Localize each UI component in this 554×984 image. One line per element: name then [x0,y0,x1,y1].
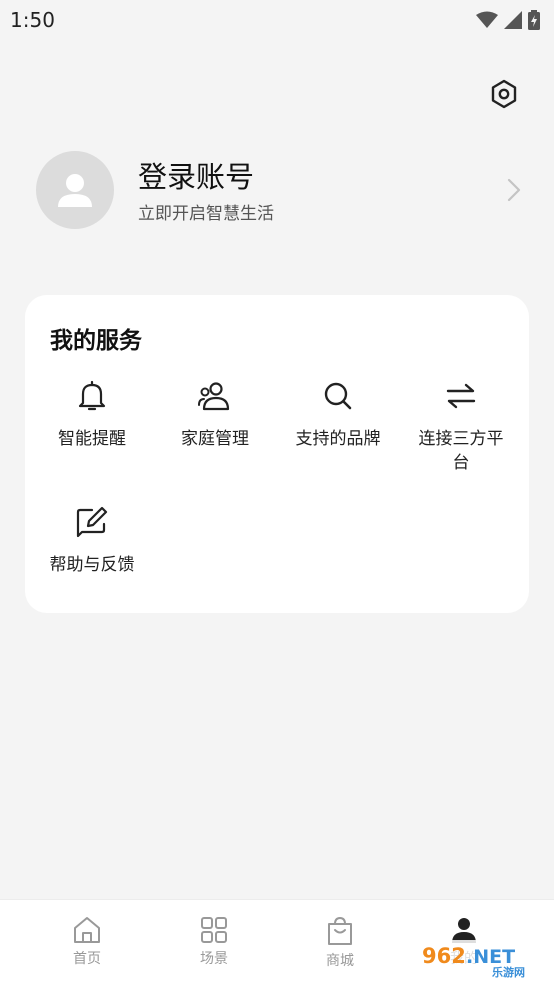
profile-subtitle: 立即开启智慧生活 [138,203,274,224]
service-label: 帮助与反馈 [49,555,135,575]
service-family-management[interactable]: 家庭管理 [152,379,278,451]
service-label: 连接三方平台 [418,429,504,473]
services-card: 我的服务 智能提醒 家庭管理 支持的品牌 连接三方平台 帮助与反馈 [25,295,529,613]
svg-text:.NET: .NET [466,946,515,968]
tab-label: 首页 [73,951,101,967]
settings-hex-icon [491,79,517,109]
status-bar: 1:50 [0,0,554,40]
service-label: 智能提醒 [58,429,126,449]
grid-icon [201,917,227,943]
services-title: 我的服务 [50,328,142,354]
tab-home[interactable]: 首页 [47,916,127,968]
feedback-icon [75,505,109,539]
profile-login-row[interactable]: 登录账号 立即开启智慧生活 [36,150,526,230]
svg-text:乐游网: 乐游网 [492,965,525,979]
tab-label: 商城 [326,953,354,969]
service-label: 家庭管理 [181,429,249,449]
bag-icon [328,916,352,945]
service-smart-reminder[interactable]: 智能提醒 [29,379,155,451]
user-placeholder-icon [58,174,92,207]
signal-icon [504,11,522,29]
home-icon [74,917,100,943]
service-connect-third-party[interactable]: 连接三方平台 [398,379,524,475]
family-icon [198,379,232,413]
service-help-feedback[interactable]: 帮助与反馈 [29,505,155,577]
settings-button[interactable] [486,76,522,112]
exchange-icon [444,379,478,413]
tab-mall[interactable]: 商城 [300,916,380,970]
chevron-right-icon [502,175,526,205]
battery-icon [528,10,540,30]
tab-scenes[interactable]: 场景 [174,916,254,968]
svg-text:962: 962 [422,944,466,968]
wifi-icon [476,11,498,28]
profile-title: 登录账号 [138,159,255,194]
search-icon [321,379,355,413]
service-supported-brands[interactable]: 支持的品牌 [275,379,401,451]
watermark-logo: 962 .NET 乐游网 [414,936,550,980]
bell-icon [75,379,109,413]
status-time: 1:50 [10,8,55,32]
tab-label: 场景 [200,951,228,967]
status-icons [476,10,540,30]
service-label: 支持的品牌 [295,429,381,449]
avatar [36,151,114,229]
